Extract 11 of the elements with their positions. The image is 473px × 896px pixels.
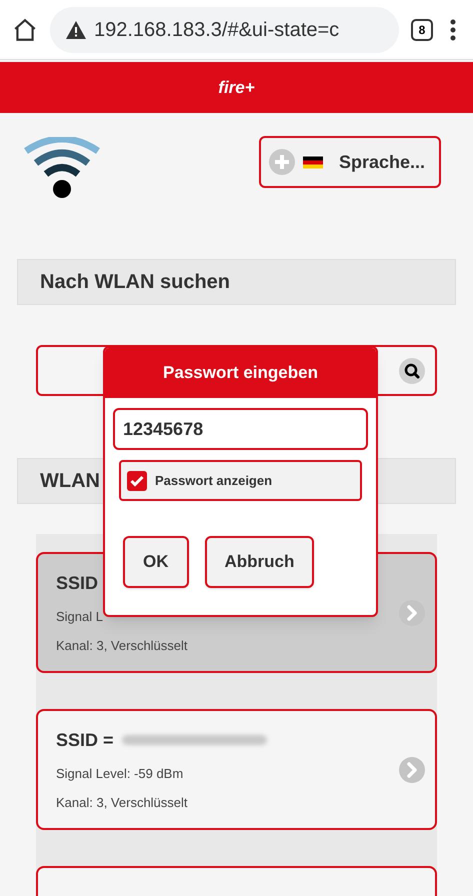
channel-info: Kanal: 3, Verschlüsselt	[56, 794, 189, 812]
section-title: Nach WLAN suchen	[40, 270, 230, 295]
url-text: 192.168.183.3/#&ui-state=c	[94, 18, 340, 42]
ssid-label: SSID =	[56, 728, 114, 752]
signal-level: Signal L	[56, 608, 104, 626]
signal-level: Signal Level: -59 dBm	[56, 764, 184, 783]
dialog-title: Passwort eingeben	[163, 362, 318, 384]
app-title: fire+	[218, 76, 255, 99]
channel-info: Kanal: 3, Verschlüsselt	[56, 637, 188, 655]
ssid-label: SSID	[56, 572, 98, 594]
section-title: WLAN	[40, 469, 100, 494]
